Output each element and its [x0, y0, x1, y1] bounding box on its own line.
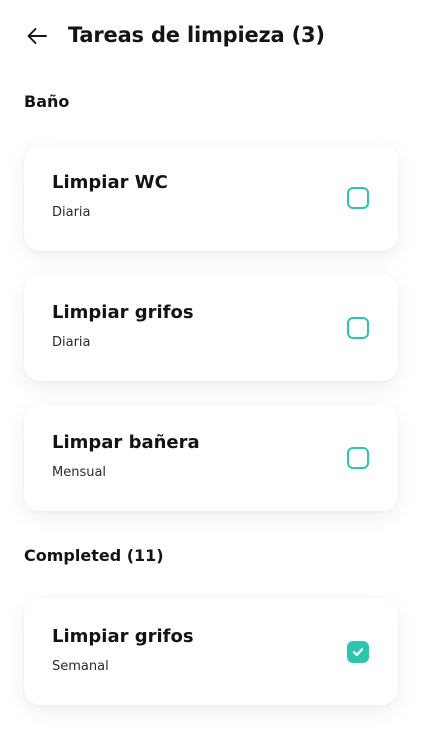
- task-frequency: Mensual: [52, 465, 107, 480]
- section-title-completed: Completed (11): [24, 546, 164, 565]
- check-icon: [352, 648, 364, 657]
- task-name: Limpar bañera: [52, 432, 200, 453]
- arrow-left-icon: [27, 28, 47, 44]
- task-checkbox[interactable]: [347, 187, 369, 209]
- task-card[interactable]: Limpiar grifos Diaria: [24, 275, 398, 381]
- task-frequency: Diaria: [52, 205, 91, 220]
- task-card[interactable]: Limpar bañera Mensual: [24, 405, 398, 511]
- back-button[interactable]: [24, 23, 50, 49]
- section-title-bano: Baño: [24, 92, 70, 111]
- task-name: Limpiar grifos: [52, 626, 194, 647]
- task-card[interactable]: Limpiar WC Diaria: [24, 145, 398, 251]
- task-card-completed[interactable]: Limpiar grifos Semanal: [24, 599, 398, 705]
- task-frequency: Semanal: [52, 659, 109, 674]
- task-name: Limpiar WC: [52, 172, 168, 193]
- task-frequency: Diaria: [52, 335, 91, 350]
- task-name: Limpiar grifos: [52, 302, 194, 323]
- task-checkbox[interactable]: [347, 447, 369, 469]
- task-checkbox[interactable]: [347, 317, 369, 339]
- app-header: Tareas de limpieza (3): [0, 0, 422, 72]
- task-checkbox-checked[interactable]: [347, 641, 369, 663]
- page-title: Tareas de limpieza (3): [68, 23, 325, 47]
